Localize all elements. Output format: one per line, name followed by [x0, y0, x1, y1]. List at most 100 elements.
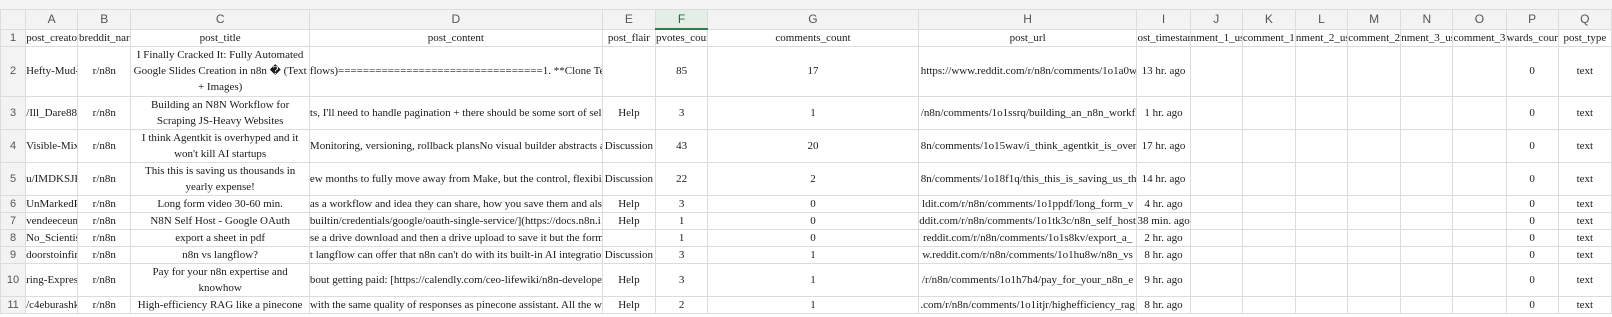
- cell-h-5[interactable]: 8n/comments/1o18f1q/this_this_is_saving_…: [917, 161, 1138, 196]
- row-number[interactable]: 7: [0, 211, 27, 230]
- column-header-o[interactable]: O: [1452, 9, 1507, 30]
- cell-d-11[interactable]: with the same quality of responses as pi…: [308, 295, 603, 314]
- column-header-n[interactable]: N: [1400, 9, 1454, 30]
- header-cell-comment-1[interactable]: comment_1: [1241, 28, 1296, 47]
- cell-d-10[interactable]: bout getting paid: [https://calendly.com…: [308, 262, 603, 297]
- header-cell-post-title[interactable]: post_title: [130, 28, 310, 47]
- cell-b-2[interactable]: r/n8n: [77, 45, 132, 97]
- cell-k-10[interactable]: [1241, 262, 1296, 297]
- cell-p-3[interactable]: 0: [1505, 95, 1559, 130]
- cell-e-9[interactable]: Discussion: [601, 245, 656, 264]
- cell-j-6[interactable]: [1189, 194, 1243, 213]
- cell-f-9[interactable]: 3: [654, 245, 709, 264]
- cell-c-2[interactable]: I Finally Cracked It: Fully Automated Go…: [130, 45, 310, 97]
- column-header-m[interactable]: M: [1347, 9, 1402, 30]
- cell-p-5[interactable]: 0: [1505, 161, 1559, 196]
- cell-j-4[interactable]: [1189, 128, 1243, 163]
- column-header-q[interactable]: Q: [1557, 9, 1612, 30]
- cell-q-6[interactable]: text: [1557, 194, 1612, 213]
- cell-p-2[interactable]: 0: [1505, 45, 1559, 97]
- column-header-a[interactable]: A: [25, 9, 79, 30]
- cell-g-5[interactable]: 2: [707, 161, 919, 196]
- row-number[interactable]: 8: [0, 228, 27, 247]
- cell-i-10[interactable]: 9 hr. ago: [1136, 262, 1191, 297]
- header-cell-subreddit-name[interactable]: breddit_nar: [77, 28, 132, 47]
- cell-b-5[interactable]: r/n8n: [77, 161, 132, 196]
- header-cell-comment-3-user[interactable]: nment_3_us: [1400, 28, 1454, 47]
- header-cell-comment-3[interactable]: comment_3: [1452, 28, 1507, 47]
- select-all-corner[interactable]: [0, 9, 27, 30]
- cell-g-6[interactable]: 0: [707, 194, 919, 213]
- cell-e-4[interactable]: Discussion: [601, 128, 656, 163]
- cell-d-7[interactable]: builtin/credentials/google/oauth-single-…: [308, 211, 603, 230]
- cell-b-3[interactable]: r/n8n: [77, 95, 132, 130]
- cell-d-9[interactable]: t langflow can offer that n8n can't do w…: [308, 245, 603, 264]
- cell-l-5[interactable]: [1294, 161, 1349, 196]
- header-cell-upvotes-count[interactable]: pvotes_cour: [654, 28, 709, 47]
- cell-j-10[interactable]: [1189, 262, 1243, 297]
- cell-l-3[interactable]: [1294, 95, 1349, 130]
- cell-f-2[interactable]: 85: [654, 45, 709, 97]
- column-header-f[interactable]: F: [654, 9, 709, 30]
- column-header-l[interactable]: L: [1294, 9, 1349, 30]
- cell-a-5[interactable]: u/IMDKSJR: [25, 161, 79, 196]
- cell-f-6[interactable]: 3: [654, 194, 709, 213]
- cell-l-7[interactable]: [1294, 211, 1349, 230]
- cell-m-4[interactable]: [1347, 128, 1402, 163]
- cell-g-3[interactable]: 1: [707, 95, 919, 130]
- cell-m-9[interactable]: [1347, 245, 1402, 264]
- cell-k-3[interactable]: [1241, 95, 1296, 130]
- row-number[interactable]: 10: [0, 262, 27, 297]
- row-number[interactable]: 5: [0, 161, 27, 196]
- cell-o-5[interactable]: [1452, 161, 1507, 196]
- cell-a-8[interactable]: No_Scientist: [25, 228, 79, 247]
- cell-i-6[interactable]: 4 hr. ago: [1136, 194, 1191, 213]
- cell-l-8[interactable]: [1294, 228, 1349, 247]
- cell-f-10[interactable]: 3: [654, 262, 709, 297]
- cell-c-5[interactable]: This this is saving us thousands in year…: [130, 161, 310, 196]
- row-number[interactable]: 9: [0, 245, 27, 264]
- cell-p-8[interactable]: 0: [1505, 228, 1559, 247]
- cell-d-8[interactable]: se a drive download and then a drive upl…: [308, 228, 603, 247]
- cell-j-8[interactable]: [1189, 228, 1243, 247]
- cell-i-7[interactable]: 38 min. ago: [1136, 211, 1191, 230]
- cell-c-8[interactable]: export a sheet in pdf: [130, 228, 310, 247]
- cell-n-8[interactable]: [1400, 228, 1454, 247]
- cell-a-2[interactable]: Hefty-Mud-6: [25, 45, 79, 97]
- cell-k-7[interactable]: [1241, 211, 1296, 230]
- column-header-i[interactable]: I: [1136, 9, 1191, 30]
- cell-i-4[interactable]: 17 hr. ago: [1136, 128, 1191, 163]
- cell-n-6[interactable]: [1400, 194, 1454, 213]
- cell-e-10[interactable]: Help: [601, 262, 656, 297]
- cell-n-5[interactable]: [1400, 161, 1454, 196]
- cell-m-2[interactable]: [1347, 45, 1402, 97]
- cell-a-6[interactable]: UnMarkedPo: [25, 194, 79, 213]
- cell-h-3[interactable]: /n8n/comments/1o1ssrq/building_an_n8n_wo…: [917, 95, 1138, 130]
- cell-q-5[interactable]: text: [1557, 161, 1612, 196]
- cell-l-4[interactable]: [1294, 128, 1349, 163]
- column-header-h[interactable]: H: [917, 9, 1138, 30]
- column-header-k[interactable]: K: [1241, 9, 1296, 30]
- cell-c-9[interactable]: n8n vs langflow?: [130, 245, 310, 264]
- header-cell-awards-count[interactable]: wards_cour: [1505, 28, 1559, 47]
- cell-j-3[interactable]: [1189, 95, 1243, 130]
- cell-q-8[interactable]: text: [1557, 228, 1612, 247]
- spreadsheet-grid[interactable]: ABCDEFGHIJKLMNOPQ 1 post_creato breddit_n…: [0, 9, 1612, 314]
- cell-p-4[interactable]: 0: [1505, 128, 1559, 163]
- cell-e-6[interactable]: Help: [601, 194, 656, 213]
- cell-o-11[interactable]: [1452, 295, 1507, 314]
- cell-d-3[interactable]: ts, I'll need to handle pagination + the…: [308, 95, 603, 130]
- cell-n-4[interactable]: [1400, 128, 1454, 163]
- cell-e-2[interactable]: [601, 45, 656, 97]
- row-number[interactable]: 1: [0, 28, 27, 47]
- cell-o-10[interactable]: [1452, 262, 1507, 297]
- cell-c-4[interactable]: I think Agentkit is overhyped and it won…: [130, 128, 310, 163]
- cell-c-6[interactable]: Long form video 30-60 min.: [130, 194, 310, 213]
- cell-g-9[interactable]: 1: [707, 245, 919, 264]
- cell-g-11[interactable]: 1: [707, 295, 919, 314]
- cell-q-7[interactable]: text: [1557, 211, 1612, 230]
- cell-g-7[interactable]: 0: [707, 211, 919, 230]
- cell-n-10[interactable]: [1400, 262, 1454, 297]
- cell-f-7[interactable]: 1: [654, 211, 709, 230]
- cell-i-2[interactable]: 13 hr. ago: [1136, 45, 1191, 97]
